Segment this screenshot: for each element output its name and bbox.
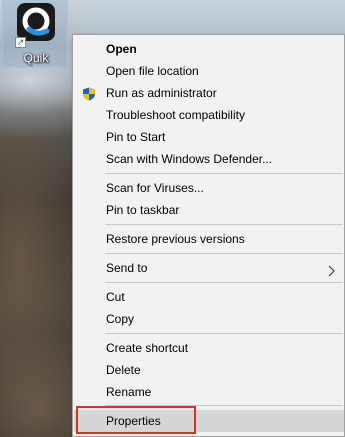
chevron-right-icon [328, 262, 336, 277]
menu-item-run-as-administrator[interactable]: Run as administrator [74, 82, 344, 104]
menu-item-label: Troubleshoot compatibility [106, 108, 245, 122]
menu-item-label: Open file location [106, 64, 199, 78]
menu-item-pin-to-taskbar[interactable]: Pin to taskbar [74, 199, 344, 221]
menu-separator [105, 333, 343, 334]
menu-item-rename[interactable]: Rename [74, 381, 344, 403]
menu-item-open[interactable]: Open [74, 38, 344, 60]
menu-item-label: Rename [106, 385, 152, 399]
menu-item-scan-with-windows-defender[interactable]: Scan with Windows Defender... [74, 148, 344, 170]
menu-item-send-to[interactable]: Send to [74, 257, 344, 279]
desktop-shortcut-quik[interactable]: ↗ Quik [2, 0, 68, 68]
menu-item-cut[interactable]: Cut [74, 286, 344, 308]
menu-item-restore-previous-versions[interactable]: Restore previous versions [74, 228, 344, 250]
desktop-icon-label: Quik [23, 51, 49, 65]
shortcut-arrow-icon: ↗ [15, 37, 26, 48]
menu-item-label: Pin to taskbar [106, 203, 180, 217]
menu-item-open-file-location[interactable]: Open file location [74, 60, 344, 82]
menu-item-scan-for-viruses[interactable]: Scan for Viruses... [74, 177, 344, 199]
menu-separator [105, 282, 343, 283]
menu-item-copy[interactable]: Copy [74, 308, 344, 330]
menu-item-label: Restore previous versions [106, 232, 245, 246]
menu-item-create-shortcut[interactable]: Create shortcut [74, 337, 344, 359]
menu-item-label: Send to [106, 261, 148, 275]
menu-separator [105, 173, 343, 174]
menu-separator [105, 405, 343, 406]
menu-item-label: Run as administrator [106, 86, 217, 100]
menu-item-label: Open [106, 42, 137, 56]
menu-separator [105, 253, 343, 254]
menu-item-label: Pin to Start [106, 130, 166, 144]
menu-separator [105, 224, 343, 225]
menu-item-label: Scan with Windows Defender... [106, 152, 273, 166]
context-menu: Open Open file location Run as administr… [72, 34, 345, 437]
menu-item-label: Copy [106, 312, 135, 326]
menu-item-properties[interactable]: Properties [74, 410, 344, 432]
menu-item-troubleshoot-compatibility[interactable]: Troubleshoot compatibility [74, 104, 344, 126]
menu-item-label: Scan for Viruses... [106, 181, 204, 195]
quik-app-icon [17, 3, 55, 41]
uac-shield-icon [82, 86, 96, 101]
menu-item-label: Create shortcut [106, 341, 189, 355]
menu-item-label: Properties [106, 414, 161, 428]
menu-item-pin-to-start[interactable]: Pin to Start [74, 126, 344, 148]
menu-item-label: Cut [106, 290, 125, 304]
menu-item-delete[interactable]: Delete [74, 359, 344, 381]
menu-item-label: Delete [106, 363, 141, 377]
